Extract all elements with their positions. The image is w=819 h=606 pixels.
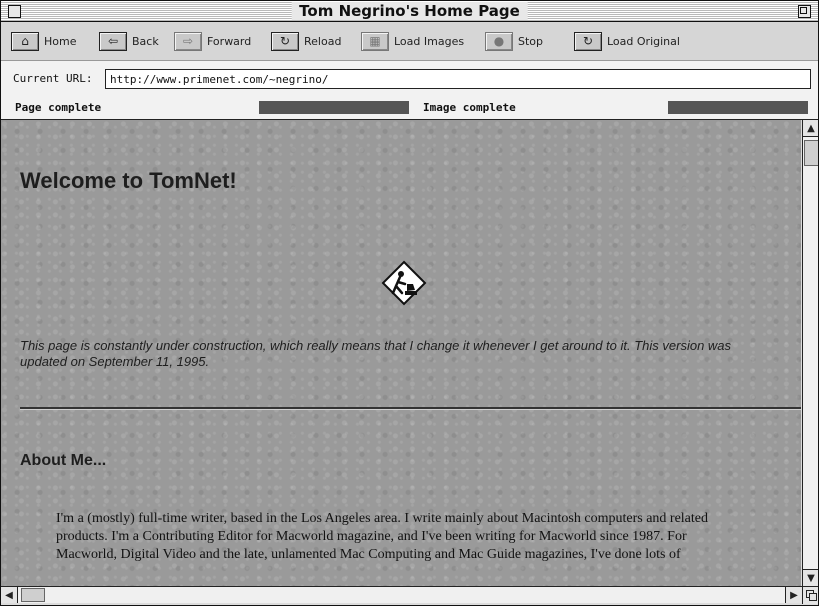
load-images-label: Load Images: [394, 34, 465, 48]
resize-grow-box[interactable]: [802, 586, 818, 604]
load-images-button[interactable]: ▦ Load Images: [361, 31, 464, 51]
zoom-box[interactable]: [798, 5, 811, 18]
scroll-down-arrow-icon[interactable]: ▼: [803, 569, 818, 586]
close-box[interactable]: [8, 5, 21, 18]
reload-button[interactable]: ↻ Reload: [271, 31, 341, 51]
scroll-up-arrow-icon[interactable]: ▲: [803, 120, 818, 137]
url-input[interactable]: http://www.primenet.com/~negrino/: [105, 69, 811, 89]
under-construction-icon: [381, 260, 427, 306]
back-label: Back: [132, 34, 159, 48]
page-content: Welcome to TomNet! This page is constant…: [1, 120, 801, 586]
stop-label: Stop: [518, 34, 544, 48]
toolbar: ⌂ Home ⇦ Back ⇨ Forward ↻ Reload ▦ Load …: [1, 22, 818, 61]
home-button[interactable]: ⌂ Home: [11, 31, 76, 51]
horizontal-scrollbar[interactable]: ◀ ▶: [1, 586, 802, 603]
vertical-scroll-thumb[interactable]: [804, 140, 818, 166]
page-progress-fill: [259, 101, 409, 114]
load-original-label: Load Original: [607, 34, 680, 48]
url-label: Current URL:: [13, 72, 93, 85]
stop-icon: ●: [485, 31, 513, 51]
reload-label: Reload: [304, 34, 342, 48]
window-title: Tom Negrino's Home Page: [291, 2, 528, 20]
forward-label: Forward: [207, 34, 252, 48]
page-heading: Welcome to TomNet!: [20, 168, 237, 193]
forward-arrow-icon: ⇨: [174, 31, 202, 51]
load-original-icon: ↻: [574, 31, 602, 51]
title-bar[interactable]: Tom Negrino's Home Page: [1, 1, 818, 22]
reload-icon: ↻: [271, 31, 299, 51]
back-arrow-icon: ⇦: [99, 31, 127, 51]
browser-window: Tom Negrino's Home Page ⌂ Home ⇦ Back ⇨ …: [0, 0, 819, 606]
stop-button[interactable]: ● Stop: [485, 31, 543, 51]
image-progress-fill: [668, 101, 808, 114]
page-status-text: Page complete: [15, 101, 102, 114]
image-progress-bar: [668, 101, 808, 114]
construction-notice: This page is constantly under constructi…: [20, 338, 732, 369]
forward-button[interactable]: ⇨ Forward: [174, 31, 251, 51]
url-bar: Current URL: http://www.primenet.com/~ne…: [1, 61, 818, 97]
home-icon: ⌂: [11, 31, 39, 51]
load-original-button[interactable]: ↻ Load Original: [574, 31, 680, 51]
page-progress-bar: [259, 101, 409, 114]
vertical-scrollbar[interactable]: ▲ ▼: [802, 120, 818, 586]
scroll-right-arrow-icon[interactable]: ▶: [785, 587, 802, 603]
home-label: Home: [44, 34, 77, 48]
about-heading: About Me...: [20, 452, 107, 469]
scroll-left-arrow-icon[interactable]: ◀: [1, 587, 18, 603]
horizontal-rule: [20, 407, 801, 410]
horizontal-scroll-thumb[interactable]: [21, 588, 45, 602]
status-bar: Page complete Image complete: [1, 97, 818, 120]
load-images-icon: ▦: [361, 31, 389, 51]
image-status-text: Image complete: [423, 101, 516, 114]
back-button[interactable]: ⇦ Back: [99, 31, 159, 51]
bio-paragraph: I'm a (mostly) full-time writer, based i…: [56, 511, 708, 562]
